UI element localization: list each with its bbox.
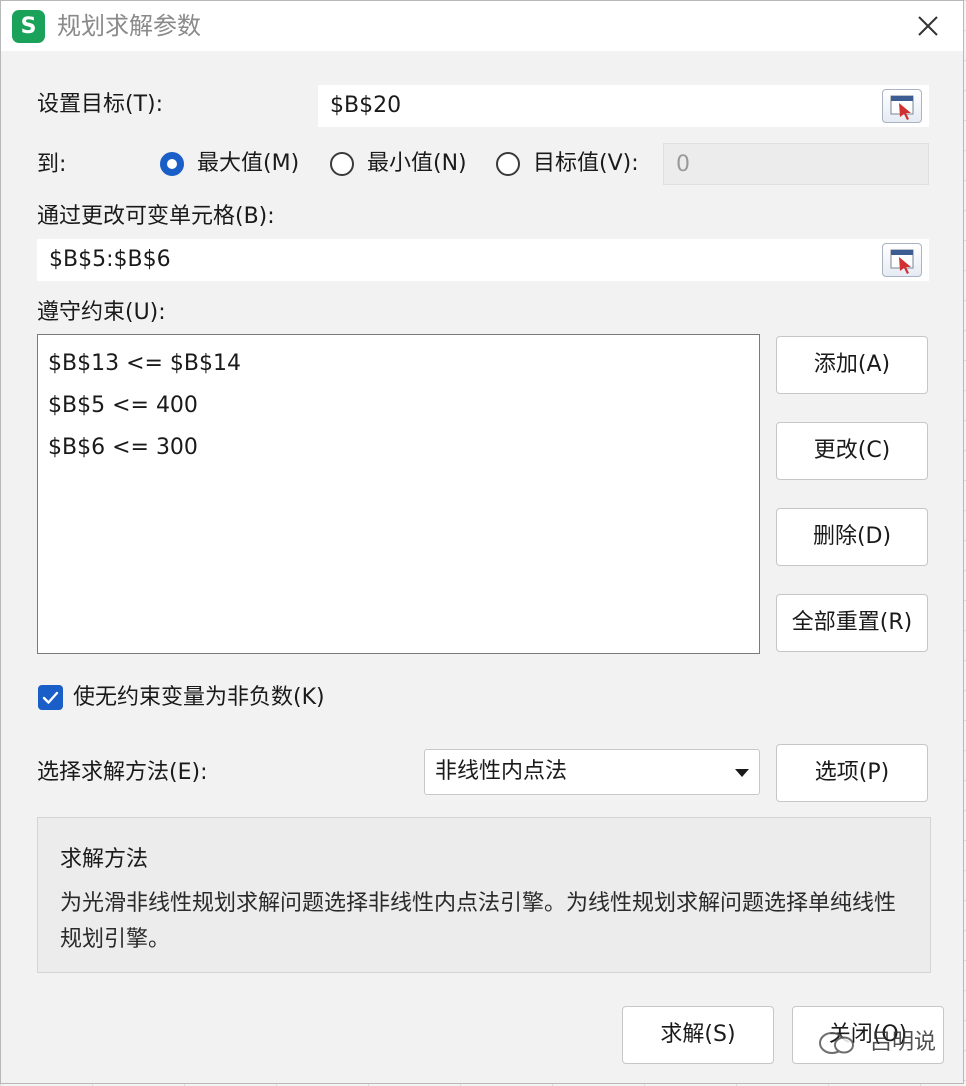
cell-reference-icon	[890, 95, 914, 120]
radio-target-label: 目标值(V):	[533, 151, 639, 176]
radio-min-label: 最小值(N)	[367, 151, 467, 176]
check-icon	[42, 691, 59, 704]
chevron-down-icon	[735, 769, 749, 777]
cell-reference-icon	[890, 249, 914, 274]
list-item[interactable]: $B$13 <= $B$14	[48, 343, 749, 385]
nonneg-label: 使无约束变量为非负数(K)	[73, 685, 325, 710]
radio-max[interactable]	[160, 152, 184, 176]
options-button[interactable]: 选项(P)	[776, 744, 928, 802]
variables-ref-button[interactable]	[882, 243, 922, 277]
wps-s-icon: S	[12, 10, 45, 43]
list-item[interactable]: $B$6 <= 300	[48, 427, 749, 469]
nonneg-checkbox[interactable]	[38, 685, 63, 710]
add-constraint-button[interactable]: 添加(A)	[776, 336, 928, 394]
chat-bubble-icon	[819, 1032, 854, 1054]
radio-max-label: 最大值(M)	[197, 151, 300, 176]
title-bar: S 规划求解参数	[1, 1, 963, 51]
list-item[interactable]: $B$5 <= 400	[48, 385, 749, 427]
watermark-text: 吕明说	[870, 1030, 937, 1055]
objective-ref-button[interactable]	[882, 89, 922, 123]
objective-input[interactable]: $B$20	[318, 85, 929, 127]
variables-input[interactable]: $B$5:$B$6	[37, 239, 929, 281]
solve-button[interactable]: 求解(S)	[622, 1006, 774, 1064]
watermark: 吕明说	[817, 1023, 936, 1063]
reset-all-button[interactable]: 全部重置(R)	[776, 594, 928, 652]
close-icon[interactable]	[915, 13, 941, 39]
radio-target[interactable]	[496, 152, 520, 176]
constraints-label: 遵守约束(U):	[37, 300, 166, 325]
method-info-group: 求解方法 为光滑非线性规划求解问题选择非线性内点法引擎。为线性规划求解问题选择单…	[37, 817, 931, 973]
change-constraint-button[interactable]: 更改(C)	[776, 422, 928, 480]
method-selected-value: 非线性内点法	[435, 759, 568, 784]
constraints-list[interactable]: $B$13 <= $B$14 $B$5 <= 400 $B$6 <= 300	[37, 334, 760, 654]
delete-constraint-button[interactable]: 删除(D)	[776, 508, 928, 566]
method-select[interactable]: 非线性内点法	[424, 749, 760, 795]
variables-label: 通过更改可变单元格(B):	[37, 204, 275, 229]
solver-parameters-dialog: S 规划求解参数 设置目标(T): $B$20 到: 最大值(M) 最小值(N)…	[0, 0, 964, 1084]
radio-min[interactable]	[330, 152, 354, 176]
to-label: 到:	[37, 152, 67, 177]
method-label: 选择求解方法(E):	[37, 760, 208, 785]
objective-label: 设置目标(T):	[37, 92, 164, 117]
method-info-title: 求解方法	[60, 847, 149, 872]
target-value-input[interactable]: 0	[663, 143, 929, 185]
window-title: 规划求解参数	[57, 12, 201, 40]
method-info-description: 为光滑非线性规划求解问题选择非线性内点法引擎。为线性规划求解问题选择单纯线性规划…	[60, 891, 897, 952]
